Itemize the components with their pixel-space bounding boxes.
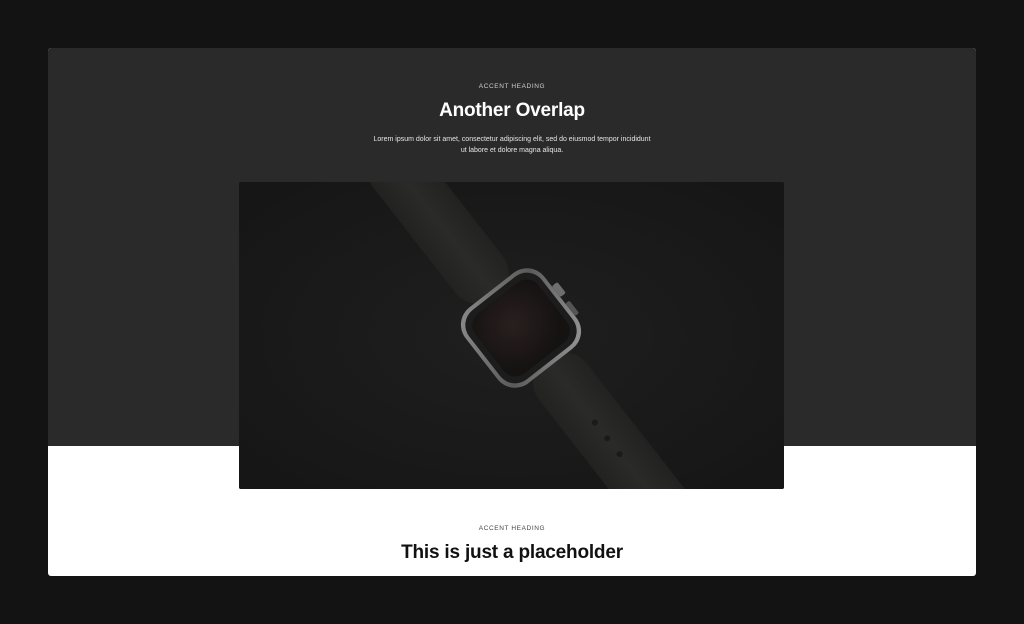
hero-body-text: Lorem ipsum dolor sit amet, consectetur … [373, 136, 651, 154]
page-frame: ACCENT HEADING Another Overlap Lorem ips… [48, 48, 976, 576]
watch-image [239, 182, 784, 489]
hero-accent-heading: ACCENT HEADING [478, 83, 546, 90]
hero-title: Another Overlap [439, 100, 585, 121]
section-accent-heading: ACCENT HEADING [478, 525, 546, 532]
watch-image-icon [239, 182, 784, 489]
section-title: This is just a placeholder [401, 542, 623, 563]
